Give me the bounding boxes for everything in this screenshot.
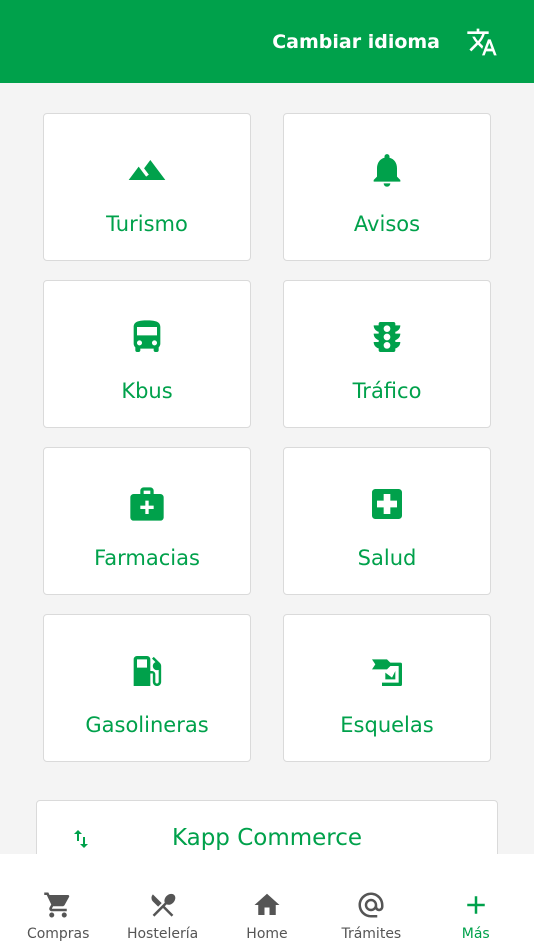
silverware-icon xyxy=(148,890,178,920)
tile-label: Kbus xyxy=(121,379,173,403)
tile-farmacias[interactable]: Farmacias xyxy=(43,447,251,595)
hospital-cross-icon xyxy=(367,484,407,524)
nav-label: Trámites xyxy=(341,926,402,942)
kapp-commerce-label: Kapp Commerce xyxy=(171,825,363,851)
nav-label: Hostelería xyxy=(126,926,199,942)
tile-label: Tráfico xyxy=(352,379,422,403)
nav-home[interactable]: Home xyxy=(217,890,317,942)
tile-trafico[interactable]: Tráfico xyxy=(283,280,491,428)
tile-label: Gasolineras xyxy=(85,713,209,737)
tile-label: Avisos xyxy=(353,212,421,236)
cart-icon xyxy=(43,890,73,920)
nav-tramites[interactable]: Trámites xyxy=(321,890,421,942)
swap-vertical-icon xyxy=(69,827,93,851)
nav-hosteleria[interactable]: Hostelería xyxy=(113,890,213,942)
medical-bag-icon xyxy=(127,484,167,524)
tile-turismo[interactable]: Turismo xyxy=(43,113,251,261)
bottom-navigation: Compras Hostelería Home Trámites Más xyxy=(0,854,534,950)
tile-kbus[interactable]: Kbus xyxy=(43,280,251,428)
mountain-icon xyxy=(127,150,167,190)
plus-icon xyxy=(461,890,491,920)
nav-mas[interactable]: Más xyxy=(426,890,526,942)
tile-label: Turismo xyxy=(106,212,188,236)
bus-icon xyxy=(127,317,167,357)
tile-label: Salud xyxy=(357,546,417,570)
tile-label: Farmacias xyxy=(94,546,200,570)
obituary-icon xyxy=(367,651,407,691)
traffic-light-icon xyxy=(367,317,407,357)
app-header: Cambiar idioma xyxy=(0,0,534,83)
nav-label: Más xyxy=(461,926,490,942)
at-icon xyxy=(356,890,386,920)
bell-icon xyxy=(367,150,407,190)
tile-avisos[interactable]: Avisos xyxy=(283,113,491,261)
translate-icon[interactable] xyxy=(466,26,498,58)
services-grid: Turismo Avisos Kbus Tráfico Farmacias Sa… xyxy=(43,113,491,762)
tile-esquelas[interactable]: Esquelas xyxy=(283,614,491,762)
nav-label: Home xyxy=(246,926,288,942)
nav-label: Compras xyxy=(26,926,90,942)
gas-station-icon xyxy=(127,651,167,691)
nav-compras[interactable]: Compras xyxy=(8,890,108,942)
change-language-label[interactable]: Cambiar idioma xyxy=(272,31,440,53)
home-icon xyxy=(252,890,282,920)
tile-label: Esquelas xyxy=(340,713,434,737)
tile-gasolineras[interactable]: Gasolineras xyxy=(43,614,251,762)
tile-salud[interactable]: Salud xyxy=(283,447,491,595)
